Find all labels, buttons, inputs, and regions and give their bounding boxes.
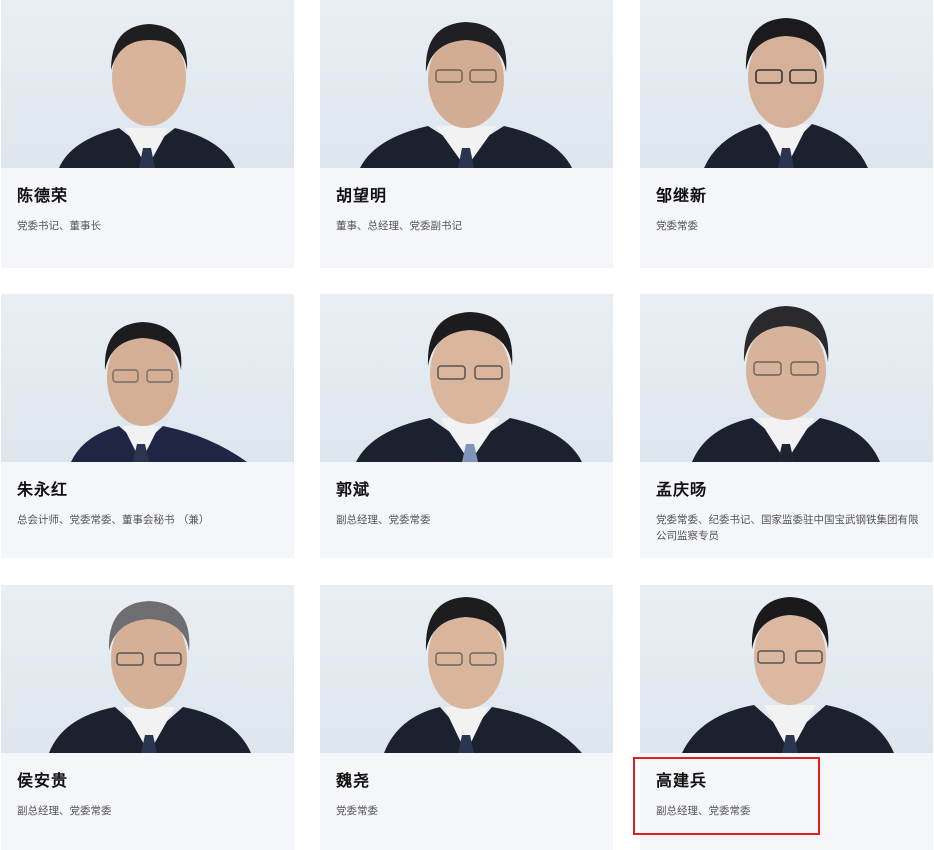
- portrait-photo: [1, 0, 294, 168]
- person-card[interactable]: 陈德荣 党委书记、董事长: [1, 0, 294, 268]
- person-title: 党委书记、董事长: [17, 220, 101, 232]
- person-title: 总会计师、党委常委、董事会秘书 （兼）: [17, 514, 210, 526]
- person-name: 胡望明: [336, 186, 388, 205]
- portrait-photo: [1, 294, 294, 462]
- person-title: 党委常委: [336, 805, 378, 817]
- portrait-photo: [320, 294, 613, 462]
- person-name: 郭斌: [336, 480, 371, 499]
- person-title: 党委常委: [656, 220, 698, 232]
- person-card[interactable]: 胡望明 董事、总经理、党委副书记: [320, 0, 613, 268]
- selection-highlight-box: [633, 757, 820, 835]
- person-name: 邹继新: [656, 186, 708, 205]
- person-card[interactable]: 邹继新 党委常委: [640, 0, 933, 268]
- portrait-photo: [640, 294, 933, 462]
- person-name: 朱永红: [17, 480, 69, 499]
- portrait-photo: [1, 585, 294, 753]
- person-card[interactable]: 侯安贵 副总经理、党委常委: [1, 585, 294, 850]
- person-title: 副总经理、党委常委: [17, 805, 112, 817]
- person-title: 党委常委、纪委书记、国家监委驻中国宝武钢铁集团有限公司监察专员: [656, 514, 919, 542]
- person-card[interactable]: 孟庆旸 党委常委、纪委书记、国家监委驻中国宝武钢铁集团有限公司监察专员: [640, 294, 933, 558]
- portrait-photo: [320, 0, 613, 168]
- person-name: 侯安贵: [17, 771, 69, 790]
- person-card[interactable]: 郭斌 副总经理、党委常委: [320, 294, 613, 558]
- portrait-photo: [640, 585, 933, 753]
- person-name: 魏尧: [336, 771, 371, 790]
- person-name: 孟庆旸: [656, 480, 708, 499]
- person-card[interactable]: 朱永红 总会计师、党委常委、董事会秘书 （兼）: [1, 294, 294, 558]
- portrait-photo: [320, 585, 613, 753]
- person-title: 董事、总经理、党委副书记: [336, 220, 462, 232]
- person-title: 副总经理、党委常委: [336, 514, 431, 526]
- person-name: 陈德荣: [17, 186, 69, 205]
- person-card[interactable]: 魏尧 党委常委: [320, 585, 613, 850]
- portrait-photo: [640, 0, 933, 168]
- leadership-grid: 陈德荣 党委书记、董事长 胡望明 董事、总经理、党委副书记 邹继新 党委常委 朱…: [0, 0, 934, 850]
